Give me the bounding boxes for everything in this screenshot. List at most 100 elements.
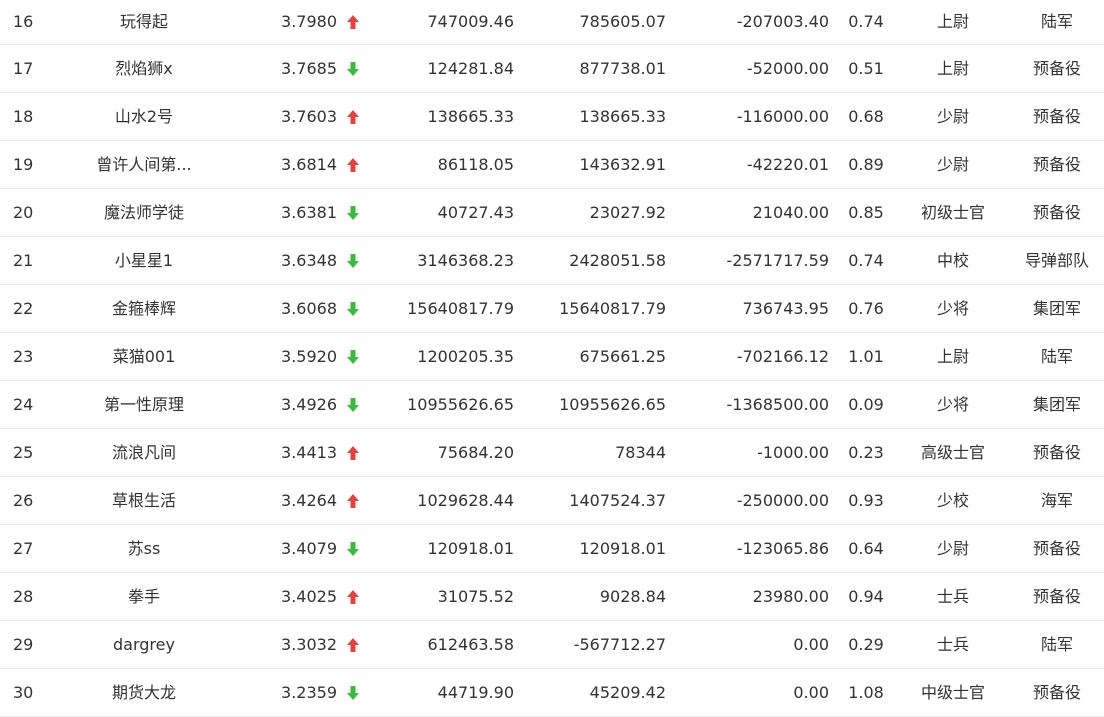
arrow-up-icon: [344, 93, 362, 140]
trader-name-link[interactable]: 玩得起: [60, 0, 228, 44]
equity-value: 1029628.44: [417, 490, 514, 510]
military-rank: 上尉: [936, 12, 969, 31]
net-value: 2428051.58: [569, 250, 666, 270]
military-rank: 少尉: [936, 154, 969, 174]
net-value: 120918.01: [579, 538, 666, 558]
trader-name-link[interactable]: 期货大龙: [60, 669, 228, 716]
trader-name-link[interactable]: 魔法师学徒: [60, 189, 228, 236]
net-value: 15640817.79: [559, 298, 666, 318]
arrow-up-icon: [344, 141, 362, 188]
score-value: 3.7603: [281, 106, 337, 126]
branch-label: 集团军: [1032, 298, 1081, 318]
table-row[interactable]: 28 拳手 3.4025 31075.52 9028.84 23980.00 0…: [0, 573, 1104, 621]
flow-value: 0.00: [793, 634, 829, 654]
equity-value: 3146368.23: [417, 250, 514, 270]
score-value: 3.6381: [281, 202, 337, 222]
equity-value: 31075.52: [437, 586, 514, 606]
table-row[interactable]: 17 烈焰狮x 3.7685 124281.84 877738.01 -5200…: [0, 45, 1104, 93]
trader-name-link[interactable]: dargrey: [60, 621, 228, 668]
trader-name-link[interactable]: 苏ss: [60, 525, 228, 572]
score-value: 3.4264: [281, 490, 337, 510]
ratio-value: 0.85: [848, 202, 884, 222]
table-row[interactable]: 22 金箍棒辉 3.6068 15640817.79 15640817.79 7…: [0, 285, 1104, 333]
rank-number: 30: [13, 682, 34, 702]
arrow-up-icon: [347, 493, 359, 508]
table-row[interactable]: 21 小星星1 3.6348 3146368.23 2428051.58 -25…: [0, 237, 1104, 285]
rank-number: 27: [13, 538, 34, 558]
net-value: 785605.07: [579, 12, 666, 31]
branch-label: 预备役: [1032, 202, 1081, 222]
net-value: 78344: [615, 442, 666, 462]
military-rank: 上尉: [936, 58, 969, 78]
arrow-up-icon: [347, 589, 359, 604]
trader-name-link[interactable]: 草根生活: [60, 477, 228, 524]
branch-label: 预备役: [1032, 586, 1081, 606]
table-row[interactable]: 27 苏ss 3.4079 120918.01 120918.01 -12306…: [0, 525, 1104, 573]
arrow-up-icon: [344, 429, 362, 476]
trader-name-link[interactable]: 山水2号: [60, 93, 228, 140]
table-row[interactable]: 23 菜猫001 3.5920 1200205.35 675661.25 -70…: [0, 333, 1104, 381]
equity-value: 612463.58: [427, 634, 514, 654]
military-rank: 少校: [936, 490, 969, 510]
ratio-value: 1.01: [848, 346, 884, 366]
equity-value: 1200205.35: [417, 346, 514, 366]
table-row[interactable]: 19 曾许人间第... 3.6814 86118.05 143632.91 -4…: [0, 141, 1104, 189]
arrow-down-icon: [344, 45, 362, 92]
arrow-up-icon: [347, 109, 359, 124]
score-value: 3.4413: [281, 442, 337, 462]
net-value: 10955626.65: [559, 394, 666, 414]
table-row[interactable]: 18 山水2号 3.7603 138665.33 138665.33 -1160…: [0, 93, 1104, 141]
trader-name-link[interactable]: 菜猫001: [60, 333, 228, 380]
arrow-up-icon: [344, 621, 362, 668]
ratio-value: 1.08: [848, 682, 884, 702]
branch-label: 预备役: [1032, 538, 1081, 558]
table-row[interactable]: 16 玩得起 3.7980 747009.46 785605.07 -20700…: [0, 0, 1104, 45]
trader-name-link[interactable]: 烈焰狮x: [60, 45, 228, 92]
branch-label: 预备役: [1032, 154, 1081, 174]
trader-name-link[interactable]: 小星星1: [60, 237, 228, 284]
equity-value: 120918.01: [427, 538, 514, 558]
equity-value: 40727.43: [437, 202, 514, 222]
net-value: -567712.27: [573, 634, 666, 654]
net-value: 23027.92: [589, 202, 666, 222]
arrow-down-icon: [344, 669, 362, 716]
trader-name-link[interactable]: 流浪凡间: [60, 429, 228, 476]
score-value: 3.4926: [281, 394, 337, 414]
arrow-down-icon: [344, 381, 362, 428]
score-value: 3.7685: [281, 58, 337, 78]
score-value: 3.4025: [281, 586, 337, 606]
net-value: 143632.91: [579, 154, 666, 174]
equity-value: 10955626.65: [407, 394, 514, 414]
table-row[interactable]: 20 魔法师学徒 3.6381 40727.43 23027.92 21040.…: [0, 189, 1104, 237]
arrow-up-icon: [344, 573, 362, 620]
trader-name-link[interactable]: 曾许人间第...: [60, 141, 228, 188]
rank-number: 25: [13, 442, 34, 462]
net-value: 9028.84: [599, 586, 666, 606]
trader-name-link[interactable]: 拳手: [60, 573, 228, 620]
ratio-value: 0.94: [848, 586, 884, 606]
arrow-down-icon: [347, 301, 359, 316]
trader-name-link[interactable]: 第一性原理: [60, 381, 228, 428]
arrow-down-icon: [347, 397, 359, 412]
rank-number: 24: [13, 394, 34, 414]
trader-name-link[interactable]: 金箍棒辉: [60, 285, 228, 332]
branch-label: 预备役: [1032, 106, 1081, 126]
branch-label: 陆军: [1040, 346, 1073, 366]
arrow-down-icon: [344, 285, 362, 332]
arrow-up-icon: [347, 157, 359, 172]
ratio-value: 0.74: [848, 12, 884, 31]
ratio-value: 0.74: [848, 250, 884, 270]
arrow-up-icon: [347, 637, 359, 652]
net-value: 877738.01: [579, 58, 666, 78]
rank-number: 21: [13, 250, 34, 270]
equity-value: 747009.46: [427, 12, 514, 31]
table-row[interactable]: 29 dargrey 3.3032 612463.58 -567712.27 0…: [0, 621, 1104, 669]
table-row[interactable]: 26 草根生活 3.4264 1029628.44 1407524.37 -25…: [0, 477, 1104, 525]
military-rank: 中校: [936, 250, 969, 270]
flow-value: 736743.95: [742, 298, 829, 318]
table-row[interactable]: 30 期货大龙 3.2359 44719.90 45209.42 0.00 1.…: [0, 669, 1104, 717]
equity-value: 15640817.79: [407, 298, 514, 318]
table-row[interactable]: 24 第一性原理 3.4926 10955626.65 10955626.65 …: [0, 381, 1104, 429]
rank-number: 22: [13, 298, 34, 318]
table-row[interactable]: 25 流浪凡间 3.4413 75684.20 78344 -1000.00 0…: [0, 429, 1104, 477]
